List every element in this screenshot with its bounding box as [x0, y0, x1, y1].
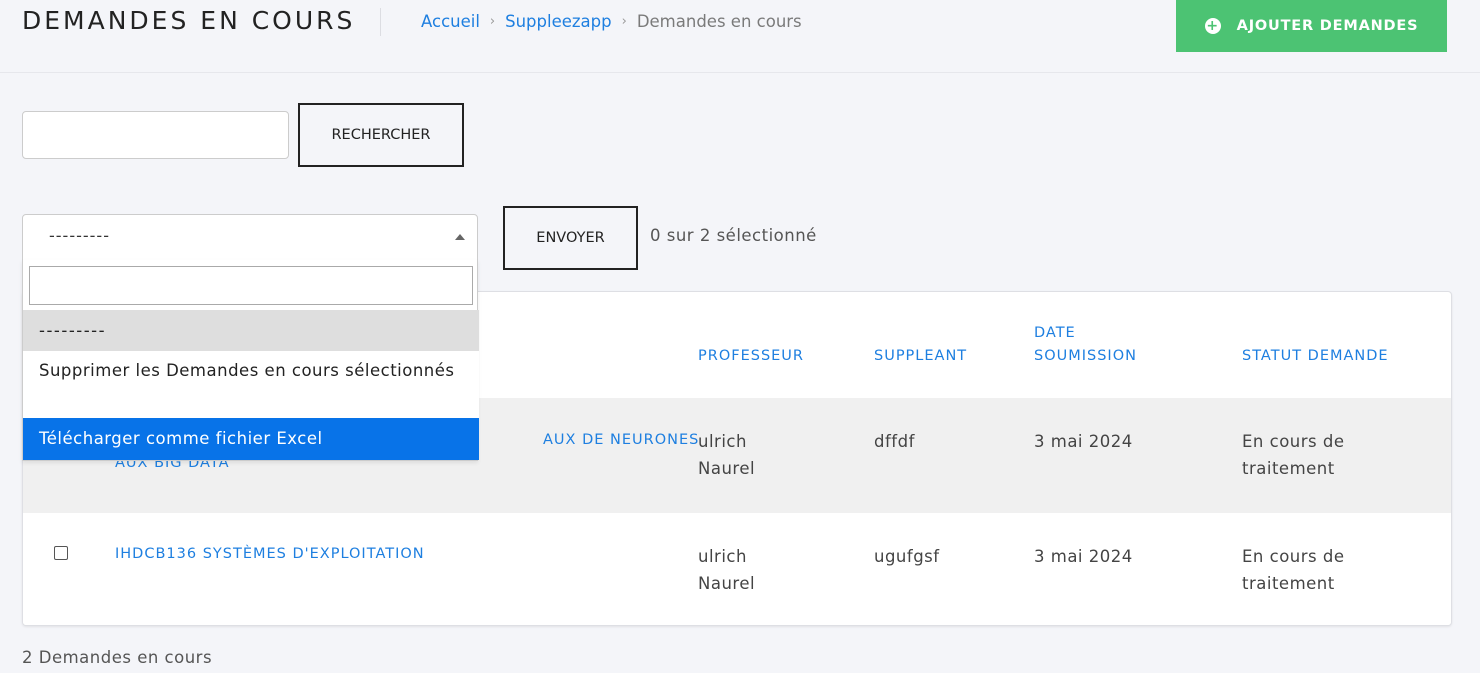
professeur-first-name: ulrich: [698, 547, 747, 566]
plus-circle-icon: +: [1204, 18, 1221, 34]
dropdown-search-input[interactable]: [29, 266, 473, 305]
caret-up-icon: [455, 234, 465, 240]
professeur-last-name: Naurel: [698, 574, 756, 593]
title-divider: [380, 8, 381, 36]
date-cell: 3 mai 2024: [1034, 432, 1133, 451]
breadcrumb-current: Demandes en cours: [636, 12, 802, 31]
statut-line1: En cours de: [1242, 547, 1345, 566]
header-statut[interactable]: STATUT DEMANDE: [1242, 345, 1389, 368]
statut-cell: En cours de traitement: [1242, 428, 1345, 482]
breadcrumb: Accueil › Suppleezapp › Demandes en cour…: [421, 12, 802, 31]
breadcrumb-separator: ›: [489, 14, 496, 29]
professeur-first-name: ulrich: [698, 432, 747, 451]
page-title: DEMANDES EN COURS: [22, 6, 356, 35]
header-date-soumission[interactable]: DATE SOUMISSION: [1034, 322, 1137, 368]
action-select-value: ---------: [49, 226, 110, 245]
professeur-last-name: Naurel: [698, 459, 756, 478]
action-select[interactable]: ---------: [22, 214, 478, 261]
result-count: 2 Demandes en cours: [22, 648, 213, 667]
suppleant-cell: ugufgsf: [874, 547, 940, 566]
breadcrumb-app-link[interactable]: Suppleezapp: [505, 12, 612, 31]
header-date-line2: SOUMISSION: [1034, 348, 1137, 364]
table-row: IHDCB136 SYSTÈMES D'EXPLOITATION ulrich …: [23, 513, 1451, 625]
suppleant-cell: dffdf: [874, 432, 915, 451]
row-checkbox[interactable]: [54, 546, 68, 560]
add-request-button[interactable]: + AJOUTER DEMANDES: [1176, 0, 1447, 52]
dropdown-option-delete[interactable]: Supprimer les Demandes en cours sélectio…: [23, 351, 479, 418]
selection-counter: 0 sur 2 sélectionné: [650, 226, 817, 245]
statut-line2: traitement: [1242, 574, 1335, 593]
dropdown-option-excel[interactable]: Télécharger comme fichier Excel: [23, 418, 479, 460]
date-cell: 3 mai 2024: [1034, 547, 1133, 566]
professeur-cell: ulrich Naurel: [698, 543, 755, 597]
send-button[interactable]: ENVOYER: [503, 206, 638, 270]
professeur-cell: ulrich Naurel: [698, 428, 755, 482]
course-link[interactable]: IHDCB136 SYSTÈMES D'EXPLOITATION: [115, 543, 425, 565]
course-link[interactable]: AUX DE NEURONES: [543, 429, 699, 451]
breadcrumb-separator: ›: [621, 14, 627, 29]
search-input[interactable]: [22, 111, 289, 159]
add-request-label: AJOUTER DEMANDES: [1236, 18, 1419, 34]
statut-line1: En cours de: [1242, 432, 1345, 451]
header-professeur[interactable]: PROFESSEUR: [698, 345, 804, 368]
page-header: DEMANDES EN COURS Accueil › Suppleezapp …: [0, 0, 1480, 73]
dropdown-option-empty[interactable]: ---------: [23, 310, 479, 351]
header-suppleant[interactable]: SUPPLEANT: [874, 345, 967, 368]
breadcrumb-home-link[interactable]: Accueil: [421, 12, 480, 31]
header-date-line1: DATE: [1034, 325, 1076, 341]
action-dropdown: --------- Supprimer les Demandes en cour…: [22, 260, 479, 461]
statut-cell: En cours de traitement: [1242, 543, 1345, 597]
statut-line2: traitement: [1242, 459, 1335, 478]
search-button[interactable]: RECHERCHER: [298, 103, 464, 167]
